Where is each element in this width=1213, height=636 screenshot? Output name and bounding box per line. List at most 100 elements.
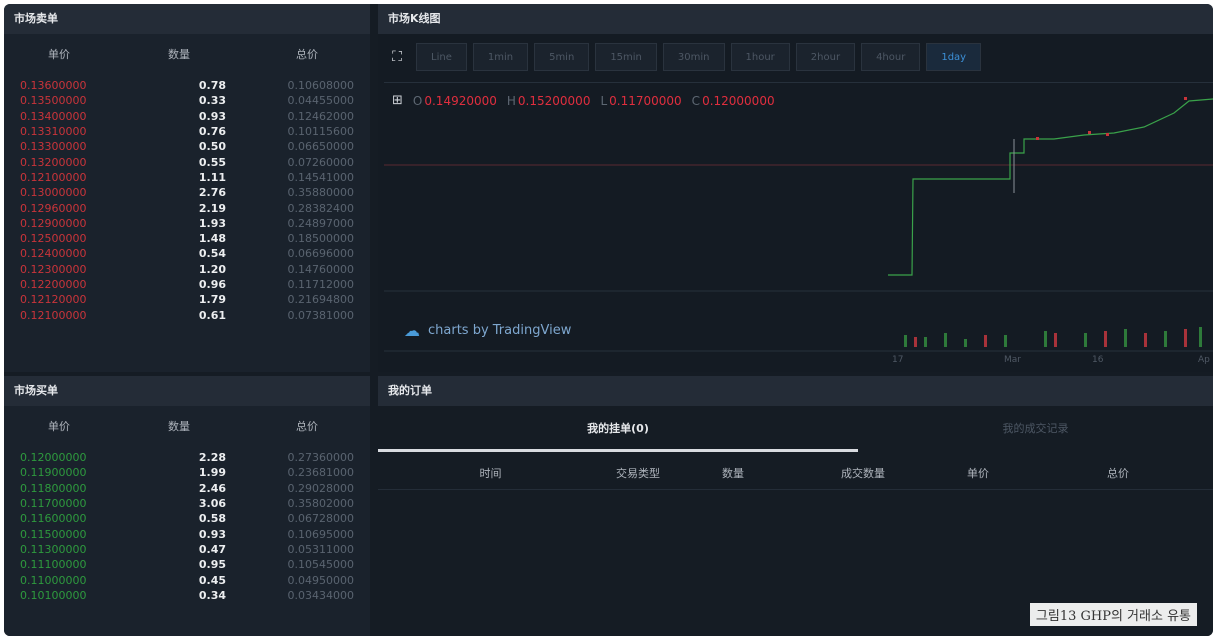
bid-order-row[interactable]: 0.11900000 1.99 0.23681000: [4, 465, 370, 480]
row-price: 0.11000000: [20, 573, 87, 587]
row-total: 0.06650000: [287, 140, 354, 154]
row-price: 0.12400000: [20, 247, 87, 261]
buy-book: 单价 数量 总价 0.12000000 2.28 0.27360000 0.11900…: [4, 406, 370, 636]
row-price: 0.11600000: [20, 512, 87, 526]
x-tick: Ap: [1198, 355, 1210, 365]
ask-order-row[interactable]: 0.13300000 0.50 0.06650000: [4, 139, 370, 154]
price-series-line: [888, 98, 1213, 276]
row-total: 0.29028000: [287, 481, 354, 495]
row-amount: 2.19: [198, 201, 226, 215]
tradingview-branding[interactable]: ☁ charts by TradingView: [404, 321, 571, 340]
row-total: 0.04950000: [287, 573, 354, 587]
candle-down: [1106, 133, 1109, 136]
expand-legend-icon[interactable]: ⊞: [392, 93, 403, 108]
row-total: 0.10115600: [287, 125, 354, 139]
bid-order-row[interactable]: 0.11300000 0.47 0.05311000: [4, 542, 370, 557]
ask-order-row[interactable]: 0.12400000 0.54 0.06696000: [4, 246, 370, 261]
row-amount: 0.55: [198, 155, 226, 169]
row-total: 0.05311000: [287, 542, 354, 556]
row-price: 0.12100000: [20, 308, 87, 322]
col-total: 总价: [1107, 466, 1129, 480]
col-amount: 数量: [168, 420, 190, 433]
bid-order-row[interactable]: 0.11600000 0.58 0.06728000: [4, 511, 370, 526]
col-filled: 成交数量: [841, 466, 885, 480]
row-total: 0.27360000: [287, 451, 354, 465]
cloud-icon: ☁: [404, 321, 420, 340]
row-price: 0.12900000: [20, 216, 87, 230]
x-tick: Mar: [1004, 355, 1021, 365]
row-amount: 0.61: [198, 308, 226, 322]
interval-1day[interactable]: 1day: [926, 43, 982, 71]
ask-order-row[interactable]: 0.13500000 0.33 0.04455000: [4, 93, 370, 108]
row-price: 0.12200000: [20, 278, 87, 291]
bid-order-row[interactable]: 0.11700000 3.06 0.35802000: [4, 496, 370, 511]
tradingview-label: charts by TradingView: [428, 323, 572, 338]
interval-1min[interactable]: 1min: [472, 43, 529, 71]
chart-canvas[interactable]: ⊞ O 0.14920000 H 0.15200000 L 0.11700000 C0…: [384, 82, 1213, 372]
row-price: 0.11300000: [20, 542, 87, 556]
tab-trade-history[interactable]: 我的成交记录: [858, 406, 1213, 452]
ohlc-close: 0.12000000: [702, 93, 775, 108]
col-type: 交易类型: [616, 466, 660, 480]
row-total: 0.24897000: [287, 216, 354, 230]
volume-bars-down: [914, 329, 1187, 347]
row-amount: 1.99: [198, 466, 226, 480]
interval-30min[interactable]: 30min: [662, 43, 725, 71]
sell-book-title: 市场卖单: [4, 4, 370, 34]
bid-order-row[interactable]: 0.11100000 0.95 0.10545000: [4, 557, 370, 572]
ask-order-row[interactable]: 0.13310000 0.76 0.10115600: [4, 124, 370, 139]
interval-5min[interactable]: 5min: [534, 43, 590, 71]
row-price: 0.12960000: [20, 201, 87, 215]
row-total: 0.35802000: [287, 497, 354, 511]
ask-order-row[interactable]: 0.12500000 1.48 0.18500000: [4, 231, 370, 246]
bid-order-row[interactable]: 0.11500000 0.93 0.10695000: [4, 526, 370, 541]
row-amount: 1.79: [198, 293, 226, 307]
fullscreen-icon[interactable]: ⛶: [384, 43, 410, 71]
row-price: 0.12120000: [20, 293, 87, 307]
row-price: 0.13400000: [20, 109, 87, 123]
row-total: 0.10545000: [287, 558, 354, 572]
ask-order-row[interactable]: 0.13000000 2.76 0.35880000: [4, 185, 370, 200]
ask-order-row[interactable]: 0.12100000 1.11 0.14541000: [4, 170, 370, 185]
row-amount: 2.46: [198, 481, 226, 495]
ask-order-row[interactable]: 0.12100000 0.61 0.07381000: [4, 307, 370, 322]
ask-order-row[interactable]: 0.13400000 0.93 0.12462000: [4, 109, 370, 124]
bid-order-row[interactable]: 0.12000000 2.28 0.27360000: [4, 450, 370, 465]
bid-order-row[interactable]: 0.10100000 0.34 0.03434000: [4, 588, 370, 603]
tab-open-orders[interactable]: 我的挂单(0): [378, 406, 858, 452]
orders-table-header: 时间 交易类型 数量 成交数量 单价 总价: [378, 456, 1213, 490]
ask-order-row[interactable]: 0.12900000 1.93 0.24897000: [4, 216, 370, 231]
row-price: 0.13500000: [20, 94, 87, 108]
ohlc-open: 0.14920000: [424, 93, 497, 108]
x-tick: 17: [892, 355, 904, 365]
interval-line[interactable]: Line: [416, 43, 467, 71]
ask-order-row[interactable]: 0.13200000 0.55 0.07260000: [4, 154, 370, 169]
bid-order-row[interactable]: 0.11000000 0.45 0.04950000: [4, 572, 370, 587]
row-price: 0.13200000: [20, 155, 87, 169]
row-amount: 0.58: [198, 512, 226, 526]
ask-order-row[interactable]: 0.12300000 1.20 0.14760000: [4, 262, 370, 277]
row-price: 0.12000000: [20, 451, 87, 465]
ask-order-row[interactable]: 0.13600000 0.78 0.10608000: [4, 78, 370, 93]
ask-order-row[interactable]: 0.12200000 0.96 0.11712000: [4, 277, 370, 292]
row-total: 0.10608000: [287, 79, 354, 93]
row-total: 0.18500000: [287, 232, 354, 246]
row-amount: 0.45: [198, 573, 226, 587]
row-total: 0.10695000: [287, 527, 354, 541]
interval-4hour[interactable]: 4hour: [861, 43, 921, 71]
row-amount: 1.11: [198, 170, 226, 184]
ask-order-row[interactable]: 0.12960000 2.19 0.28382400: [4, 200, 370, 215]
row-price: 0.12500000: [20, 232, 87, 246]
row-amount: 2.28: [198, 451, 226, 465]
sell-rows: 0.13600000 0.78 0.10608000 0.13500000 0.33 0.…: [4, 78, 370, 323]
ohlc-low: 0.11700000: [609, 93, 682, 108]
row-total: 0.06696000: [287, 247, 354, 261]
interval-2hour[interactable]: 2hour: [795, 43, 856, 71]
interval-1hour[interactable]: 1hour: [730, 43, 790, 71]
row-price: 0.13310000: [20, 125, 87, 139]
ask-order-row[interactable]: 0.12120000 1.79 0.21694800: [4, 292, 370, 307]
bid-order-row[interactable]: 0.11800000 2.46 0.29028000: [4, 481, 370, 496]
row-price: 0.11500000: [20, 527, 87, 541]
col-price: 单价: [967, 466, 989, 480]
interval-15min[interactable]: 15min: [595, 43, 657, 71]
